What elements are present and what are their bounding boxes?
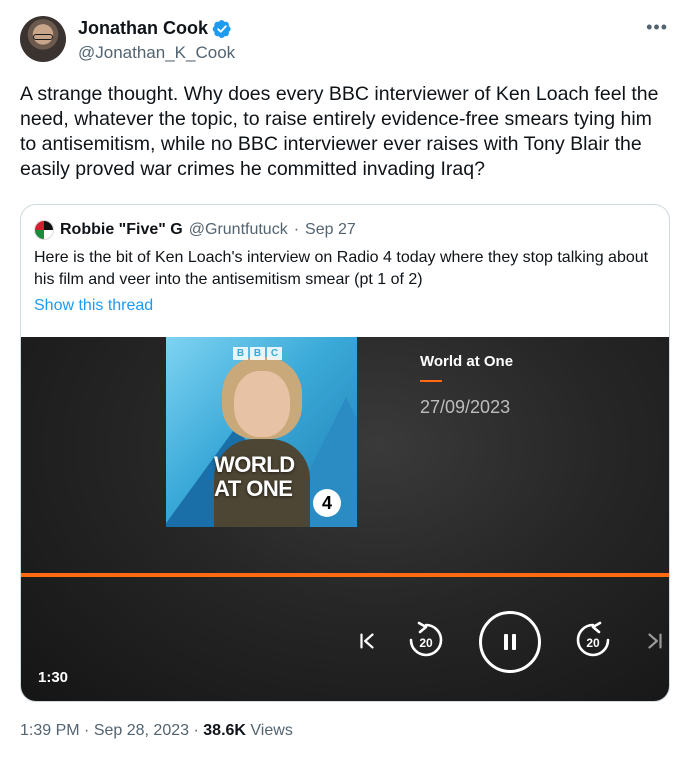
artwork-title-line2: AT ONE bbox=[214, 476, 293, 501]
author-name-row: Jonathan Cook bbox=[78, 18, 232, 39]
presenter-image bbox=[214, 357, 310, 527]
progress-bar[interactable] bbox=[21, 573, 669, 577]
tweet-meta: 1:39 PM · Sep 28, 2023 · 38.6K Views bbox=[20, 722, 293, 740]
skip-forward-icon[interactable] bbox=[643, 629, 667, 653]
artwork-title: WORLD AT ONE bbox=[214, 453, 295, 501]
skip-back-icon[interactable] bbox=[355, 629, 379, 653]
quoted-tweet-header: Robbie "Five" G @Gruntfutuck · Sep 27 bbox=[34, 220, 356, 240]
rewind-seconds: 20 bbox=[419, 636, 433, 650]
avatar-glasses bbox=[33, 34, 53, 40]
meta-separator: · bbox=[193, 722, 199, 739]
forward-20-button[interactable]: 20 bbox=[572, 619, 614, 661]
views-label: Views bbox=[250, 722, 293, 739]
radio4-badge: 4 bbox=[313, 489, 341, 517]
audio-player[interactable]: B B C WORLD AT ONE 4 World at One 27/09/… bbox=[21, 337, 669, 701]
quoted-separator: · bbox=[293, 221, 300, 238]
quoted-author-name: Robbie "Five" G bbox=[60, 221, 183, 238]
quoted-author-handle: @Gruntfutuck bbox=[188, 221, 288, 238]
pause-button[interactable] bbox=[479, 611, 541, 673]
media-date: 27/09/2023 bbox=[420, 397, 511, 417]
tweet-header: Jonathan Cook @Jonathan_K_Cook ••• bbox=[20, 16, 670, 68]
artwork-title-line1: WORLD bbox=[214, 452, 295, 477]
bbc-logo-letter: B bbox=[250, 347, 265, 360]
views-count[interactable]: 38.6K bbox=[203, 722, 246, 739]
duration: 1:30 bbox=[38, 669, 69, 686]
podcast-artwork: B B C WORLD AT ONE 4 bbox=[166, 337, 357, 527]
show-thread-link[interactable]: Show this thread bbox=[34, 297, 153, 315]
avatar[interactable] bbox=[20, 16, 66, 62]
quoted-tweet-card[interactable]: Robbie "Five" G @Gruntfutuck · Sep 27 He… bbox=[20, 204, 670, 702]
quoted-date: Sep 27 bbox=[305, 221, 356, 238]
pause-icon bbox=[504, 634, 516, 650]
tweet-time[interactable]: 1:39 PM bbox=[20, 722, 80, 739]
bbc-logo-letter: B bbox=[233, 347, 248, 360]
quoted-avatar bbox=[34, 220, 54, 240]
author-handle[interactable]: @Jonathan_K_Cook bbox=[78, 43, 235, 63]
presenter-face bbox=[234, 371, 290, 437]
playback-controls: 20 20 bbox=[21, 607, 669, 673]
title-underline bbox=[420, 380, 442, 382]
media-title: World at One bbox=[420, 353, 514, 370]
verified-badge-icon bbox=[212, 19, 232, 39]
bbc-logo-letter: C bbox=[267, 347, 282, 360]
meta-separator: · bbox=[84, 722, 90, 739]
forward-seconds: 20 bbox=[586, 636, 600, 650]
tweet-date[interactable]: Sep 28, 2023 bbox=[94, 722, 189, 739]
rewind-20-button[interactable]: 20 bbox=[405, 619, 447, 661]
more-horizontal-icon[interactable]: ••• bbox=[646, 16, 668, 38]
bbc-logo: B B C bbox=[233, 347, 282, 360]
tweet-text: A strange thought. Why does every BBC in… bbox=[20, 83, 659, 180]
quoted-tweet-text: Here is the bit of Ken Loach's interview… bbox=[34, 249, 649, 288]
author-name[interactable]: Jonathan Cook bbox=[78, 18, 208, 39]
